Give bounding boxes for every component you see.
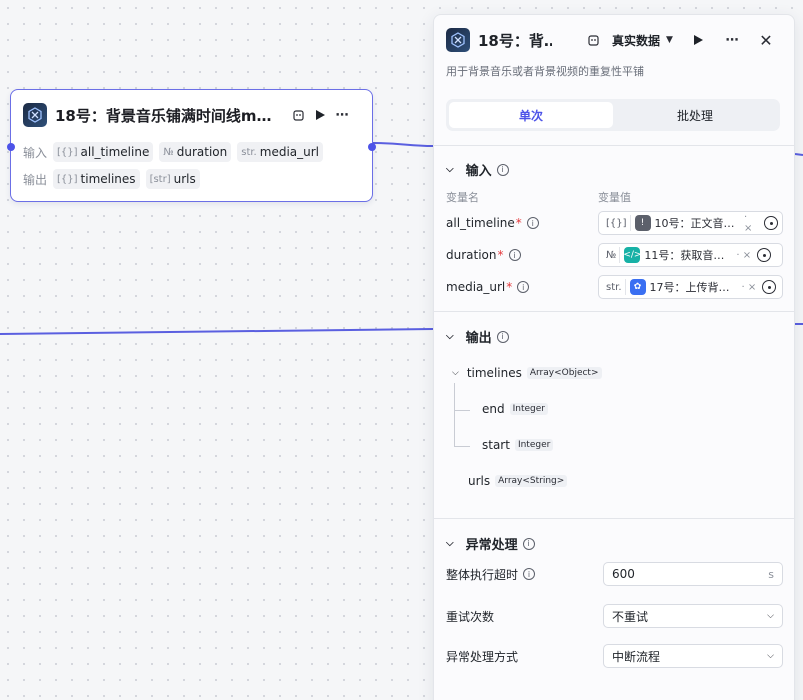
edge-right-upper <box>794 153 803 156</box>
timeout-row: 整体执行超时 i 600 s <box>446 562 783 586</box>
output-item-urls: urls Array<String> <box>468 474 568 488</box>
column-header-value: 变量值 <box>598 191 631 204</box>
code-icon: </> <box>623 247 641 263</box>
node-input-port[interactable] <box>7 143 15 151</box>
plugin-logo-icon <box>23 103 47 127</box>
info-icon: i <box>526 217 539 229</box>
plugin-icon: ✿ <box>629 279 646 295</box>
workflow-node-card[interactable]: 18号：背景音乐铺满时间线m… ⋯ 输入 [{}] all_timeline № d… <box>7 89 376 202</box>
variable-reference-field[interactable]: № </> 11号：获取音… · × <box>598 243 783 267</box>
node-header: 18号：背景音乐铺满时间线m… ⋯ <box>23 102 360 128</box>
divider <box>434 145 794 146</box>
divider <box>434 311 794 312</box>
close-icon[interactable]: ✕ <box>755 29 777 51</box>
more-icon[interactable]: ⋯ <box>721 29 743 51</box>
info-icon: i <box>522 537 535 550</box>
output-item-timelines[interactable]: ⌵ timelines Array<Object> <box>452 366 602 380</box>
clear-icon[interactable]: · × <box>744 212 758 234</box>
variable-reference-field[interactable]: [{}] ! 10号：正文音… · × <box>598 211 783 235</box>
output-item-end: end Integer <box>482 402 548 416</box>
timeout-input[interactable]: 600 s <box>603 562 783 586</box>
tree-line <box>454 410 470 411</box>
input-section-header[interactable]: ⌵ 输入 i <box>446 160 509 179</box>
plugin-logo-icon <box>446 28 470 52</box>
clear-icon[interactable]: · × <box>742 282 757 293</box>
node-title: 18号：背景音乐铺满时间线m… <box>55 106 272 125</box>
output-item-start: start Integer <box>482 438 554 452</box>
tree-line <box>454 446 470 447</box>
node-input-tag: [{}] all_timeline <box>53 142 154 162</box>
node-config-panel: 18号：背… 真实数据 ▼ ⋯ ✕ 用于背景音乐或者背景视频的重复性平铺 单次 批… <box>433 14 795 700</box>
run-icon[interactable] <box>309 104 331 126</box>
retry-row: 重试次数 不重试 ⌵ <box>446 604 783 628</box>
workflow-canvas[interactable]: 18号：背景音乐铺满时间线m… ⋯ 输入 [{}] all_timeline № d… <box>0 0 803 700</box>
node-input-row: 输入 [{}] all_timeline № duration str. media_… <box>23 142 329 162</box>
retry-select[interactable]: 不重试 ⌵ <box>603 604 783 628</box>
node-input-label: 输入 <box>23 145 48 160</box>
panel-title: 18号：背… <box>478 31 552 50</box>
error-section-header[interactable]: ⌵ 异常处理 i <box>446 534 535 553</box>
node-output-port[interactable] <box>368 143 376 151</box>
tab-batch[interactable]: 批处理 <box>613 102 777 128</box>
output-section-header[interactable]: ⌵ 输出 i <box>446 327 509 346</box>
warning-icon: ! <box>634 215 651 231</box>
tab-single[interactable]: 单次 <box>449 102 613 128</box>
debug-icon[interactable] <box>287 104 309 126</box>
info-icon: i <box>496 163 509 176</box>
chevron-down-icon: ⌵ <box>446 538 454 549</box>
run-icon[interactable] <box>687 29 709 51</box>
data-mode-select[interactable]: 真实数据 ▼ <box>612 32 673 49</box>
panel-description: 用于背景音乐或者背景视频的重复性平铺 <box>446 65 644 78</box>
node-input-tag: str. media_url <box>237 142 323 162</box>
caret-down-icon: ▼ <box>666 35 673 45</box>
node-output-row: 输出 [{}] timelines [str] urls <box>23 169 206 189</box>
input-variable-row: all_timeline * i [{}] ! 10号：正文音… · × <box>446 211 783 235</box>
info-icon: i <box>523 568 536 580</box>
info-icon: i <box>508 249 521 261</box>
chevron-down-icon: ⌵ <box>452 368 459 378</box>
variable-picker-icon[interactable] <box>762 280 777 294</box>
divider <box>434 518 794 519</box>
variable-picker-icon[interactable] <box>757 248 772 262</box>
variable-picker-icon[interactable] <box>764 216 779 230</box>
handling-select[interactable]: 中断流程 ⌵ <box>603 644 783 668</box>
tree-line <box>454 383 455 447</box>
node-input-tag: № duration <box>159 142 232 162</box>
column-header-name: 变量名 <box>446 191 479 204</box>
variable-reference-field[interactable]: str. ✿ 17号：上传背… · × <box>598 275 783 299</box>
more-icon[interactable]: ⋯ <box>331 104 353 126</box>
input-variable-row: media_url * i str. ✿ 17号：上传背… · × <box>446 275 783 299</box>
debug-icon[interactable] <box>582 29 604 51</box>
run-mode-tabs: 单次 批处理 <box>446 99 780 131</box>
node-output-label: 输出 <box>23 172 48 187</box>
node-output-tag: [str] urls <box>145 169 200 189</box>
handling-row: 异常处理方式 中断流程 ⌵ <box>446 644 783 668</box>
chevron-down-icon: ⌵ <box>767 651 774 661</box>
panel-header: 18号：背… 真实数据 ▼ ⋯ ✕ <box>446 27 782 53</box>
chevron-down-icon: ⌵ <box>446 331 454 342</box>
input-variable-row: duration * i № </> 11号：获取音… · × <box>446 243 783 267</box>
edge-lower <box>0 328 434 335</box>
node-output-tag: [{}] timelines <box>53 169 140 189</box>
clear-icon[interactable]: · × <box>736 250 751 261</box>
info-icon: i <box>496 330 509 343</box>
chevron-down-icon: ⌵ <box>446 164 454 175</box>
edge-node-out <box>372 142 434 147</box>
info-icon: i <box>517 281 530 293</box>
chevron-down-icon: ⌵ <box>767 611 774 621</box>
